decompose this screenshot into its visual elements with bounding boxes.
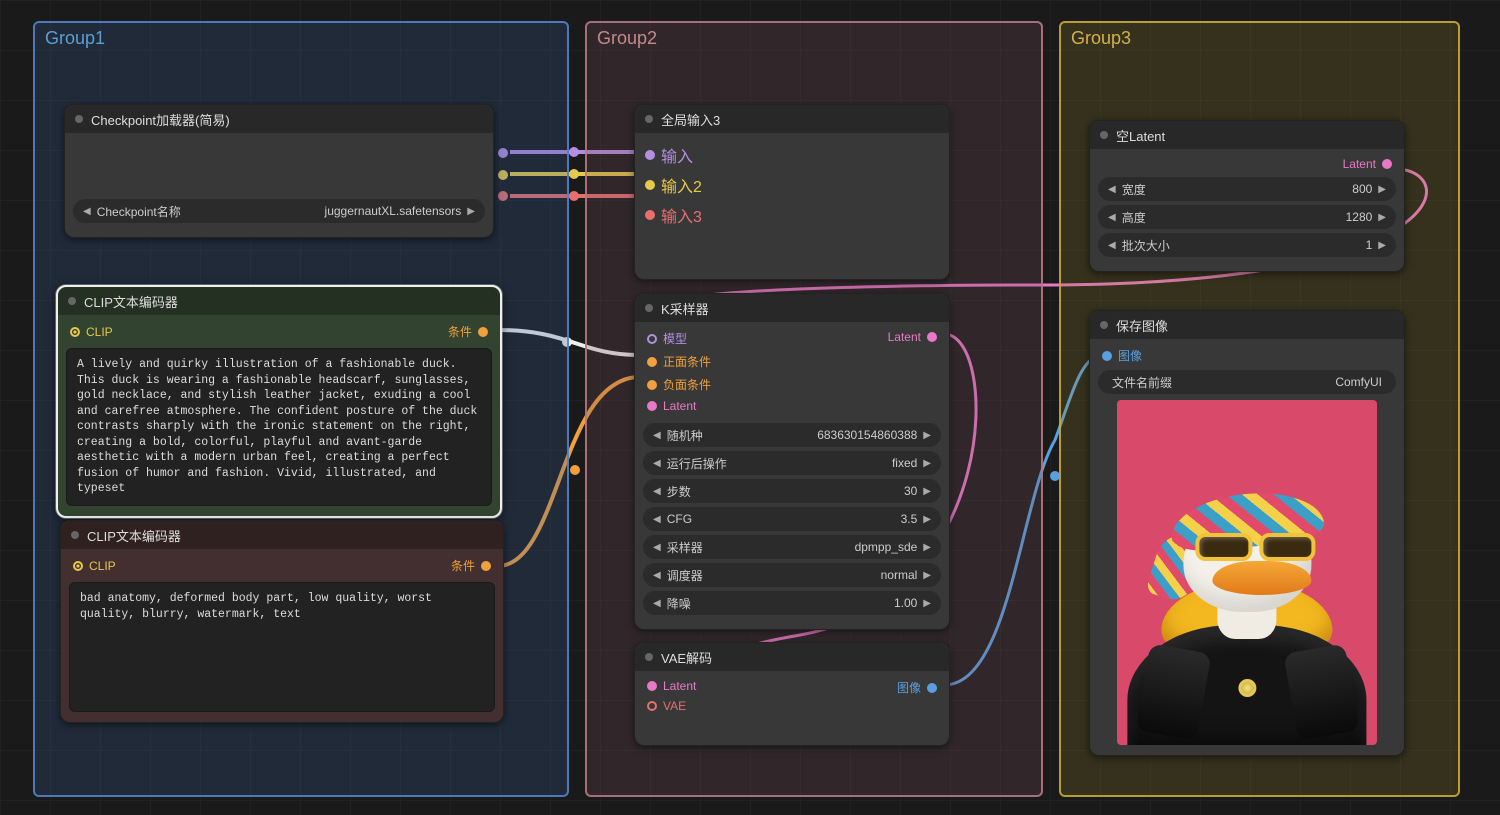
node-title: 全局输入3 — [661, 110, 720, 129]
node-header[interactable]: VAE解码 — [635, 643, 949, 671]
input-port-1[interactable]: 输入 — [645, 143, 939, 167]
input-port-clip[interactable]: CLIP — [70, 323, 113, 340]
batch-widget[interactable]: ◀批次大小1▶ — [1098, 233, 1396, 257]
chevron-right-icon[interactable]: ▶ — [919, 598, 935, 609]
collapse-dot-icon[interactable] — [1100, 321, 1108, 329]
node-header[interactable]: CLIP文本编码器 — [61, 521, 503, 549]
chevron-left-icon[interactable]: ◀ — [649, 430, 665, 441]
cfg-widget[interactable]: ◀CFG3.5▶ — [643, 507, 941, 531]
node-title: 保存图像 — [1116, 316, 1168, 335]
node-clip-text-encode-negative[interactable]: CLIP文本编码器 CLIP 条件 bad anatomy, deformed … — [60, 520, 504, 723]
node-header[interactable]: 空Latent — [1090, 121, 1404, 149]
prompt-textarea[interactable]: A lively and quirky illustration of a fa… — [66, 348, 492, 506]
chevron-right-icon[interactable]: ▶ — [1374, 184, 1390, 195]
width-widget[interactable]: ◀宽度800▶ — [1098, 177, 1396, 201]
input-port-latent[interactable]: Latent — [647, 679, 696, 693]
group-2-title: Group2 — [597, 28, 657, 49]
chevron-left-icon[interactable]: ◀ — [1104, 212, 1120, 223]
node-empty-latent[interactable]: 空Latent Latent ◀宽度800▶ ◀高度1280▶ ◀批次大小1▶ — [1089, 120, 1405, 272]
input-port-3[interactable]: 输入3 — [645, 203, 939, 227]
group-1-title: Group1 — [45, 28, 105, 49]
output-image-preview[interactable] — [1117, 400, 1377, 745]
input-port-negative[interactable]: 负面条件 — [647, 376, 711, 393]
output-port-conditioning[interactable]: 条件 — [451, 557, 491, 574]
node-header[interactable]: 保存图像 — [1090, 311, 1404, 339]
chevron-left-icon[interactable]: ◀ — [79, 206, 95, 217]
chevron-right-icon[interactable]: ▶ — [919, 458, 935, 469]
node-save-image[interactable]: 保存图像 图像 文件名前缀 ComfyUI — [1089, 310, 1405, 756]
input-port-latent[interactable]: Latent — [647, 399, 711, 413]
chevron-left-icon[interactable]: ◀ — [649, 542, 665, 553]
node-title: VAE解码 — [661, 648, 712, 667]
chevron-right-icon[interactable]: ▶ — [919, 430, 935, 441]
group-3-title: Group3 — [1071, 28, 1131, 49]
output-port-conditioning[interactable]: 条件 — [448, 323, 488, 340]
input-port-positive[interactable]: 正面条件 — [647, 353, 711, 370]
chevron-right-icon[interactable]: ▶ — [1374, 240, 1390, 251]
chevron-right-icon[interactable]: ▶ — [1374, 212, 1390, 223]
input-port-2[interactable]: 输入2 — [645, 173, 939, 197]
height-widget[interactable]: ◀高度1280▶ — [1098, 205, 1396, 229]
collapse-dot-icon[interactable] — [68, 297, 76, 305]
node-title: K采样器 — [661, 299, 709, 318]
denoise-widget[interactable]: ◀降噪1.00▶ — [643, 591, 941, 615]
collapse-dot-icon[interactable] — [71, 531, 79, 539]
node-vae-decode[interactable]: VAE解码 Latent VAE 图像 — [634, 642, 950, 746]
sampler-widget[interactable]: ◀采样器dpmpp_sde▶ — [643, 535, 941, 559]
node-title: CLIP文本编码器 — [87, 526, 181, 545]
chevron-left-icon[interactable]: ◀ — [649, 570, 665, 581]
chevron-right-icon[interactable]: ▶ — [919, 570, 935, 581]
chevron-left-icon[interactable]: ◀ — [649, 598, 665, 609]
steps-widget[interactable]: ◀步数30▶ — [643, 479, 941, 503]
chevron-left-icon[interactable]: ◀ — [649, 458, 665, 469]
node-header[interactable]: K采样器 — [635, 294, 949, 322]
input-port-image[interactable]: 图像 — [1102, 347, 1142, 364]
node-header[interactable]: Checkpoint加载器(简易) — [65, 105, 493, 133]
node-clip-text-encode-positive[interactable]: CLIP文本编码器 CLIP 条件 A lively and quirky il… — [56, 285, 502, 518]
chevron-left-icon[interactable]: ◀ — [649, 514, 665, 525]
output-port-latent[interactable]: Latent — [1343, 157, 1392, 171]
negative-prompt-textarea[interactable]: bad anatomy, deformed body part, low qua… — [69, 582, 495, 712]
output-port-latent[interactable]: Latent — [888, 330, 937, 344]
scheduler-widget[interactable]: ◀调度器normal▶ — [643, 563, 941, 587]
node-header[interactable]: 全局输入3 — [635, 105, 949, 133]
node-global-input[interactable]: 全局输入3 输入 输入2 输入3 — [634, 104, 950, 280]
collapse-dot-icon[interactable] — [645, 304, 653, 312]
collapse-dot-icon[interactable] — [75, 115, 83, 123]
input-port-model[interactable]: 模型 — [647, 330, 711, 347]
widget-value: juggernautXL.safetensors — [181, 204, 464, 218]
chevron-left-icon[interactable]: ◀ — [649, 486, 665, 497]
node-header[interactable]: CLIP文本编码器 — [58, 287, 500, 315]
seed-widget[interactable]: ◀随机种683630154860388▶ — [643, 423, 941, 447]
control-after-widget[interactable]: ◀运行后操作fixed▶ — [643, 451, 941, 475]
node-checkpoint-loader[interactable]: Checkpoint加载器(简易) ◀ Checkpoint名称 juggern… — [64, 104, 494, 238]
filename-prefix-widget[interactable]: 文件名前缀 ComfyUI — [1098, 370, 1396, 394]
chevron-right-icon[interactable]: ▶ — [919, 486, 935, 497]
widget-label: Checkpoint名称 — [95, 203, 181, 220]
input-port-clip[interactable]: CLIP — [73, 557, 116, 574]
input-port-vae[interactable]: VAE — [647, 699, 696, 713]
collapse-dot-icon[interactable] — [645, 115, 653, 123]
chevron-left-icon[interactable]: ◀ — [1104, 184, 1120, 195]
chevron-right-icon[interactable]: ▶ — [919, 514, 935, 525]
collapse-dot-icon[interactable] — [1100, 131, 1108, 139]
checkpoint-name-widget[interactable]: ◀ Checkpoint名称 juggernautXL.safetensors … — [73, 199, 485, 223]
node-title: 空Latent — [1116, 126, 1165, 145]
node-title: Checkpoint加载器(简易) — [91, 110, 230, 129]
node-ksampler[interactable]: K采样器 模型 正面条件 负面条件 Latent Latent ◀随机种6836… — [634, 293, 950, 630]
duck-illustration — [1140, 504, 1353, 746]
output-port-image[interactable]: 图像 — [897, 679, 937, 696]
chevron-right-icon[interactable]: ▶ — [463, 206, 479, 217]
chevron-right-icon[interactable]: ▶ — [919, 542, 935, 553]
node-title: CLIP文本编码器 — [84, 292, 178, 311]
chevron-left-icon[interactable]: ◀ — [1104, 240, 1120, 251]
collapse-dot-icon[interactable] — [645, 653, 653, 661]
